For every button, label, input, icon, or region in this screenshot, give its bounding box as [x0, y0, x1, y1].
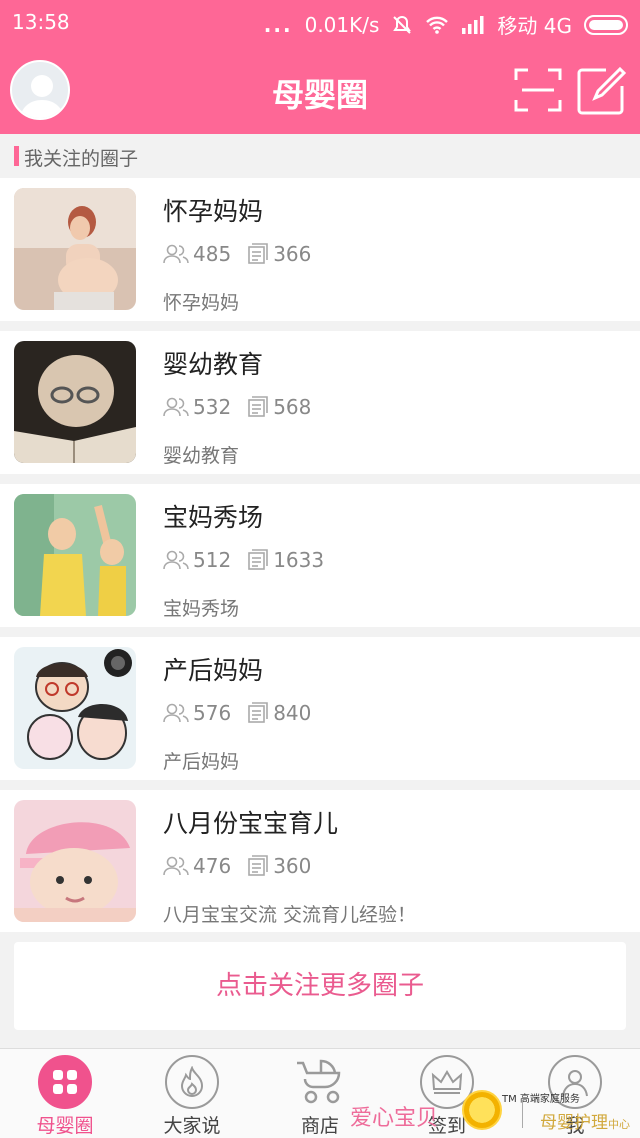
circle-stats: 576 840 [163, 701, 311, 725]
post-count: 1633 [273, 548, 325, 572]
circle-description: 产后妈妈 [163, 751, 240, 773]
follow-more-button[interactable]: 点击关注更多圈子 [14, 942, 626, 1030]
scan-icon[interactable] [514, 68, 562, 112]
watermark-right-main: 母婴护理 [540, 1113, 608, 1133]
stroller-icon [293, 1055, 347, 1109]
members-icon [163, 244, 189, 264]
circle-name: 怀孕妈妈 [163, 197, 264, 226]
tab-label: 大家说 [163, 1115, 221, 1137]
circle-name: 宝妈秀场 [163, 503, 264, 532]
watermark-right-text: 母婴护理中心 [540, 1108, 630, 1133]
grid-icon [38, 1055, 92, 1109]
notification-dots: ... [263, 12, 293, 37]
circle-thumbnail [14, 647, 136, 769]
watermark-left-text: 爱心宝贝 [350, 1106, 439, 1131]
section-accent-bar [14, 146, 19, 166]
member-count: 532 [193, 395, 232, 419]
posts-icon [248, 396, 268, 417]
status-bar: 13:58 ... 0.01K/s 移动 4G [0, 0, 640, 46]
circle-description: 八月宝宝交流 交流育儿经验！ [163, 904, 417, 926]
baby-pink-hat-photo-icon [14, 800, 136, 922]
circle-list: 怀孕妈妈 485 366 怀孕妈妈 婴幼教育 532 568 婴幼教育 宝妈秀场… [0, 178, 640, 943]
watermark-divider [522, 1100, 523, 1128]
member-count: 576 [193, 701, 232, 725]
circle-stats: 532 568 [163, 395, 311, 419]
circle-thumbnail [14, 494, 136, 616]
section-header: 我关注的圈子 [0, 134, 640, 178]
circle-stats: 485 366 [163, 242, 311, 266]
carrier-label: 移动 4G [497, 14, 572, 38]
watermark-tm-text: TM 高端家庭服务 [502, 1094, 580, 1105]
posts-icon [248, 243, 268, 264]
members-icon [163, 397, 189, 417]
circle-description: 宝妈秀场 [163, 598, 240, 620]
posts-icon [248, 702, 268, 723]
circle-item[interactable]: 宝妈秀场 512 1633 宝妈秀场 [0, 484, 640, 627]
watermark-right-small: 中心 [608, 1118, 630, 1131]
circle-item[interactable]: 怀孕妈妈 485 366 怀孕妈妈 [0, 178, 640, 321]
circle-thumbnail [14, 800, 136, 922]
posts-icon [248, 855, 268, 876]
circle-name: 产后妈妈 [163, 656, 264, 685]
members-icon [163, 550, 189, 570]
circle-stats: 512 1633 [163, 548, 324, 572]
circle-item[interactable]: 八月份宝宝育儿 476 360 八月宝宝交流 交流育儿经验！ [0, 790, 640, 933]
tab-mother-baby-circle[interactable]: 母婴圈 [10, 1055, 120, 1138]
post-count: 840 [273, 701, 312, 725]
battery-icon [584, 14, 628, 35]
member-count: 485 [193, 242, 232, 266]
circle-description: 婴幼教育 [163, 445, 240, 467]
circle-item[interactable]: 产后妈妈 576 840 产后妈妈 [0, 637, 640, 780]
posts-icon [248, 549, 268, 570]
baby-reading-photo-icon [14, 341, 136, 463]
circle-name: 婴幼教育 [163, 350, 264, 379]
pregnant-photo-icon [14, 188, 136, 310]
app-header: 母婴圈 [0, 46, 640, 134]
post-count: 360 [273, 854, 312, 878]
follow-more-section: 点击关注更多圈子 [0, 932, 640, 1044]
wifi-icon [426, 16, 449, 34]
mom-dance-photo-icon [14, 494, 136, 616]
section-title: 我关注的圈子 [24, 148, 139, 170]
cartoon-family-photo-icon [14, 647, 136, 769]
circle-thumbnail [14, 188, 136, 310]
status-icons: ... 0.01K/s 移动 4G [264, 10, 628, 39]
tab-label: 母婴圈 [36, 1115, 94, 1137]
member-count: 512 [193, 548, 232, 572]
mute-bell-icon [393, 15, 412, 34]
members-icon [163, 703, 189, 723]
tab-everyone-says[interactable]: 大家说 [137, 1055, 247, 1138]
circle-item[interactable]: 婴幼教育 532 568 婴幼教育 [0, 331, 640, 474]
signal-icon [462, 15, 484, 34]
network-speed: 0.01K/s [304, 12, 380, 37]
member-count: 476 [193, 854, 232, 878]
sun-logo-icon [462, 1090, 502, 1130]
circle-stats: 476 360 [163, 854, 311, 878]
circle-thumbnail [14, 341, 136, 463]
compose-icon[interactable] [576, 66, 626, 116]
watermark: 爱心宝贝 TM 高端家庭服务 母婴护理中心 [350, 1086, 640, 1138]
post-count: 366 [273, 242, 312, 266]
members-icon [163, 856, 189, 876]
flame-icon [165, 1055, 219, 1109]
circle-name: 八月份宝宝育儿 [163, 809, 339, 838]
post-count: 568 [273, 395, 312, 419]
circle-description: 怀孕妈妈 [163, 292, 240, 314]
clock: 13:58 [12, 10, 70, 34]
